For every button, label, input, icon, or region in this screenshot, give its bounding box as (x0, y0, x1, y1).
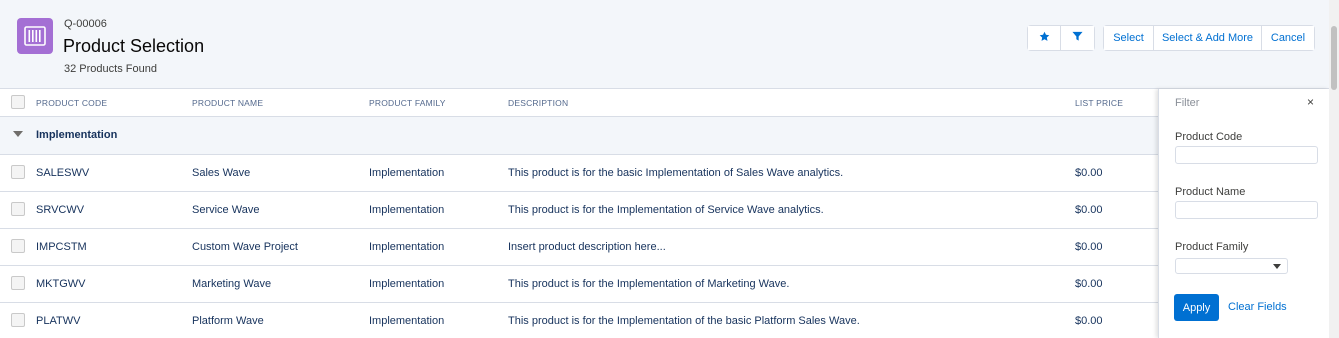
product-description: This product is for the basic Implementa… (508, 167, 844, 179)
product-family: Implementation (369, 278, 445, 290)
product-description: This product is for the Implementation o… (508, 315, 860, 327)
product-name: Sales Wave (192, 167, 251, 179)
product-family: Implementation (369, 204, 445, 216)
product-family: Implementation (369, 315, 445, 327)
list-price: $0.00 (1075, 315, 1103, 327)
page-header: Q-00006 Product Selection 32 Products Fo… (0, 0, 1339, 89)
list-price: $0.00 (1075, 167, 1103, 179)
product-code: MKTGWV (36, 278, 86, 290)
product-family-select[interactable] (1175, 258, 1288, 274)
apply-button[interactable]: Apply (1174, 294, 1219, 321)
table-row[interactable]: IMPCSTM Custom Wave Project Implementati… (0, 229, 1160, 266)
product-family-label: Product Family (1175, 241, 1249, 253)
column-header-product-code[interactable]: PRODUCT CODE (36, 98, 107, 108)
product-bundle-icon (17, 18, 53, 54)
group-row-implementation[interactable]: Implementation (0, 117, 1160, 155)
chevron-down-icon (1273, 264, 1281, 269)
cancel-button[interactable]: Cancel (1262, 26, 1314, 50)
table-row[interactable]: MKTGWV Marketing Wave Implementation Thi… (0, 266, 1160, 303)
caret-down-icon[interactable] (13, 131, 23, 137)
table-row[interactable]: SRVCWV Service Wave Implementation This … (0, 192, 1160, 229)
column-header-product-name[interactable]: PRODUCT NAME (192, 98, 263, 108)
product-name: Service Wave (192, 204, 260, 216)
select-all-checkbox[interactable] (11, 95, 25, 109)
icon-button-group (1027, 25, 1095, 51)
quote-id: Q-00006 (64, 18, 107, 30)
row-checkbox[interactable] (11, 202, 25, 216)
product-code: IMPCSTM (36, 241, 87, 253)
clear-fields-link[interactable]: Clear Fields (1228, 301, 1287, 313)
table-row[interactable]: PLATWV Platform Wave Implementation This… (0, 303, 1160, 338)
row-checkbox[interactable] (11, 313, 25, 327)
product-code-label: Product Code (1175, 131, 1243, 143)
product-description: This product is for the Implementation o… (508, 204, 824, 216)
column-header-list-price[interactable]: LIST PRICE (1075, 98, 1123, 108)
list-price: $0.00 (1075, 204, 1103, 216)
group-label: Implementation (36, 129, 118, 141)
table-header: PRODUCT CODE PRODUCT NAME PRODUCT FAMILY… (0, 89, 1160, 117)
list-price: $0.00 (1075, 241, 1103, 253)
row-checkbox[interactable] (11, 239, 25, 253)
product-family: Implementation (369, 167, 445, 179)
select-button[interactable]: Select (1104, 26, 1154, 50)
filter-title: Filter (1175, 97, 1200, 109)
product-family: Implementation (369, 241, 445, 253)
row-checkbox[interactable] (11, 276, 25, 290)
product-description: Insert product description here... (508, 241, 666, 253)
product-name: Marketing Wave (192, 278, 272, 290)
star-icon (1039, 31, 1050, 45)
product-code: SRVCWV (36, 204, 85, 216)
product-name: Custom Wave Project (192, 241, 298, 253)
product-code: SALESWV (36, 167, 90, 179)
product-description: This product is for the Implementation o… (508, 278, 790, 290)
page-title: Product Selection (63, 36, 205, 56)
product-name: Platform Wave (192, 315, 264, 327)
select-add-more-button[interactable]: Select & Add More (1154, 26, 1262, 50)
product-name-label: Product Name (1175, 186, 1246, 198)
close-icon[interactable]: × (1307, 95, 1314, 109)
column-header-description[interactable]: DESCRIPTION (508, 98, 568, 108)
table-row[interactable]: SALESWV Sales Wave Implementation This p… (0, 155, 1160, 192)
filter-panel: Filter × Product Code Product Name Produ… (1158, 89, 1329, 338)
column-header-product-family[interactable]: PRODUCT FAMILY (369, 98, 446, 108)
list-price: $0.00 (1075, 278, 1103, 290)
row-checkbox[interactable] (11, 165, 25, 179)
favorite-button[interactable] (1028, 26, 1061, 50)
products-found-count: 32 Products Found (64, 63, 157, 75)
product-name-input[interactable] (1175, 201, 1318, 219)
action-button-group: Select Select & Add More Cancel (1103, 25, 1315, 51)
scrollbar-thumb[interactable] (1331, 26, 1337, 90)
filter-icon (1072, 31, 1083, 45)
product-code: PLATWV (36, 315, 81, 327)
product-code-input[interactable] (1175, 146, 1318, 164)
filter-button[interactable] (1061, 26, 1094, 50)
